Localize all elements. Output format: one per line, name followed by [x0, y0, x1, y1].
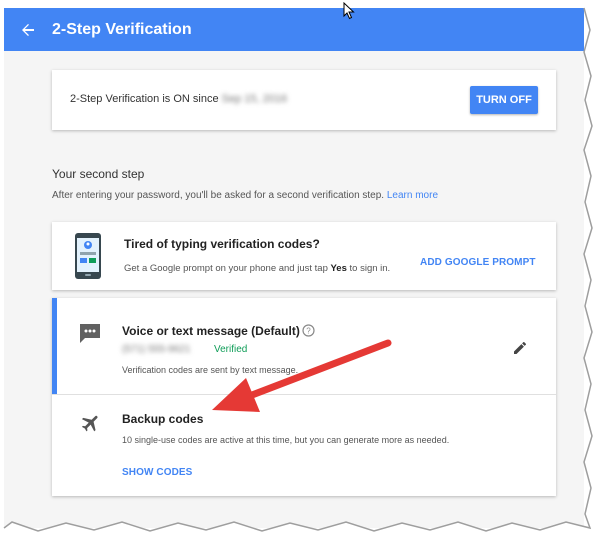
status-date-redacted: Sep 15, 2016 [221, 93, 288, 105]
verified-label: Verified [214, 344, 248, 355]
method-divider [52, 394, 556, 395]
pencil-icon[interactable] [513, 341, 527, 355]
status-label: 2-Step Verification is ON since [70, 93, 219, 105]
active-method-indicator [52, 298, 57, 394]
second-step-description-text: After entering your password, you'll be … [52, 190, 385, 201]
airplane-icon [81, 415, 98, 432]
voice-method-title: Voice or text message (Default) [122, 324, 300, 338]
backup-codes-title: Backup codes [122, 412, 204, 426]
status-card: 2-Step Verification is ON since Sep 15, … [52, 70, 556, 130]
voice-method-description: Verification codes are sent by text mess… [122, 365, 299, 375]
backup-codes-description: 10 single-use codes are active at this t… [122, 435, 450, 445]
phone-icon [75, 233, 101, 279]
app-bar: 2-Step Verification [4, 8, 584, 51]
prompt-desc-after: to sign in. [349, 263, 391, 274]
phone-number-redacted: (571) 555-9621 [122, 344, 191, 355]
turn-off-button[interactable]: TURN OFF [470, 86, 538, 114]
mouse-cursor-icon [343, 2, 355, 20]
help-circle-icon[interactable]: ? [302, 324, 315, 337]
add-google-prompt-button[interactable]: ADD GOOGLE PROMPT [420, 257, 536, 268]
message-icon [80, 324, 100, 343]
google-prompt-card: Tired of typing verification codes? Get … [52, 222, 556, 290]
arrow-left-icon [22, 23, 34, 36]
prompt-description: Get a Google prompt on your phone and ju… [124, 263, 390, 274]
second-step-heading: Your second step [52, 167, 145, 181]
svg-text:?: ? [306, 327, 311, 336]
prompt-title: Tired of typing verification codes? [124, 237, 320, 251]
page-title: 2-Step Verification [52, 20, 192, 38]
verification-methods-card: Voice or text message (Default) ? (571) … [52, 298, 556, 496]
show-codes-button[interactable]: SHOW CODES [122, 467, 192, 478]
back-button[interactable] [8, 22, 48, 38]
prompt-desc-before: Get a Google prompt on your phone and ju… [124, 263, 328, 274]
learn-more-link[interactable]: Learn more [387, 190, 438, 201]
prompt-desc-yes: Yes [330, 263, 347, 274]
status-text: 2-Step Verification is ON since Sep 15, … [70, 93, 287, 105]
second-step-description: After entering your password, you'll be … [52, 190, 438, 201]
page: 2-Step Verification 2-Step Verification … [4, 8, 584, 528]
